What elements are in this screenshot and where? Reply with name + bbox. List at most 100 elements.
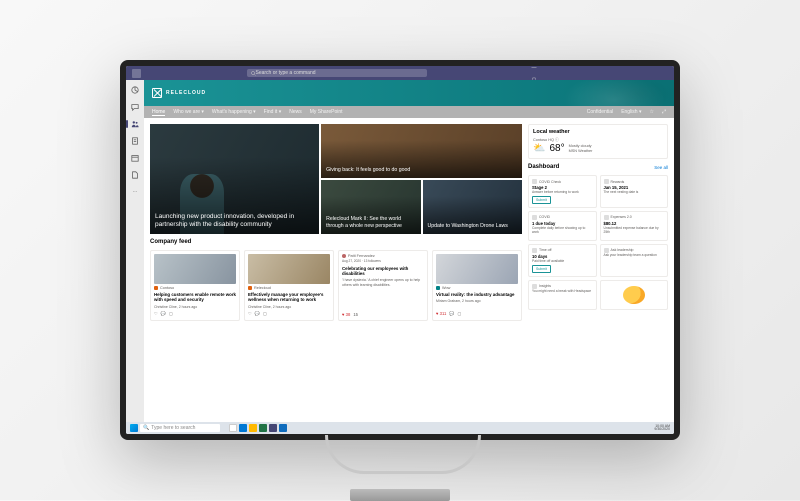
feed-site: Relecloud	[254, 286, 271, 290]
dash-body: Unsubmitted expense balance due by 25th	[604, 227, 665, 235]
dash-card-expenses[interactable]: Expenses 2.0 $80.12 Unsubmitted expense …	[600, 211, 669, 241]
dash-body: Ask your leadership team a question	[604, 254, 665, 258]
device-frame: Search or type a command — ▢ ✕ ···	[120, 60, 680, 440]
feed-author: Patti Fernandez	[348, 254, 375, 258]
feed-card-title: Helping customers enable remote work wit…	[154, 292, 236, 303]
feed-date: Aug 27, 2020 · 13 followers	[342, 260, 424, 264]
hero-tile-2[interactable]: Giving back: It feels good to do good	[321, 124, 522, 178]
hero-grid: Launching new product innovation, develo…	[150, 124, 522, 234]
dash-cap: Insights	[539, 284, 551, 288]
rail-assignments[interactable]	[129, 135, 141, 147]
dash-cap: Ask leadership	[611, 248, 634, 252]
teams-icon[interactable]	[269, 424, 277, 432]
windows-taskbar: 🔍 Type here to search 10:00 AM 9/30/2020	[126, 422, 674, 434]
hero-main-title: Launching new product innovation, develo…	[155, 213, 314, 229]
bookmark-icon[interactable]: ▢	[169, 311, 173, 317]
dashboard-see-all[interactable]: See all	[654, 165, 668, 170]
dash-cap: Rewards	[611, 180, 625, 184]
site-logo[interactable]: RELECLOUD	[152, 88, 206, 98]
dash-card-headspace[interactable]	[600, 280, 669, 310]
weather-source: MSN Weather	[569, 149, 593, 154]
dash-card-leadership[interactable]: Ask leadership Ask your leadership team …	[600, 244, 669, 277]
dash-body: Paid time off available	[532, 260, 593, 264]
logo-icon	[152, 88, 162, 98]
dash-cap: Time off	[539, 248, 551, 252]
expand-icon[interactable]: ⤢	[662, 109, 666, 115]
nav-sharepoint[interactable]: My SharePoint	[310, 109, 343, 115]
comment-icon[interactable]: 💬	[161, 311, 166, 317]
hero-t3-title: Relecloud Mark II: See the world through…	[326, 216, 415, 229]
dash-submit-button[interactable]: Submit	[532, 265, 551, 273]
bookmark-icon[interactable]: ▢	[263, 311, 267, 317]
feed-byline: Christine Cline, 2 hours ago	[154, 305, 236, 309]
dash-body: You might need a break with Headspace	[532, 290, 593, 294]
hero-tile-3[interactable]: Relecloud Mark II: See the world through…	[321, 180, 420, 234]
weather-desc: Mostly cloudy	[569, 144, 593, 149]
dash-card-insights[interactable]: Insights You might need a break with Hea…	[528, 280, 597, 310]
feed-card[interactable]: Patti Fernandez Aug 27, 2020 · 13 follow…	[338, 250, 428, 321]
dash-body: Complete daily before showing up to work	[532, 227, 593, 235]
device-stand	[290, 435, 510, 495]
rail-chat[interactable]	[129, 101, 141, 113]
comment-icon[interactable]: 💬	[449, 311, 454, 317]
bookmark-icon[interactable]: ▢	[458, 311, 462, 317]
rail-files[interactable]	[129, 169, 141, 181]
feed-card[interactable]: Relecloud Effectively manage your employ…	[244, 250, 334, 321]
edge-icon[interactable]	[239, 424, 247, 432]
taskbar-search[interactable]: 🔍 Type here to search	[140, 424, 220, 432]
taskbar-search-placeholder: Type here to search	[151, 425, 195, 431]
feed-byline: Christine Cline, 2 hours ago	[248, 305, 330, 309]
like-count[interactable]: ♥ 38	[342, 312, 350, 317]
excel-icon[interactable]	[259, 424, 267, 432]
feed-card-title: Virtual reality: the industry advantage	[436, 292, 518, 297]
nav-home[interactable]: Home	[152, 109, 165, 116]
rail-calendar[interactable]	[129, 152, 141, 164]
rail-activity[interactable]	[129, 84, 141, 96]
yammer-icon[interactable]	[279, 424, 287, 432]
clock-date: 9/30/2020	[654, 428, 670, 432]
search-icon: 🔍	[143, 425, 149, 431]
feed-card[interactable]: Contoso Helping customers enable remote …	[150, 250, 240, 321]
comment-count[interactable]: 15	[353, 312, 358, 317]
start-button[interactable]	[130, 424, 138, 432]
rail-teams[interactable]	[129, 118, 141, 130]
nav-who[interactable]: Who we are ▾	[173, 109, 204, 115]
headspace-icon	[623, 286, 645, 304]
dash-body: Answer before returning to work	[532, 191, 593, 195]
like-count[interactable]: ♥ 311	[436, 311, 446, 317]
feed-card-title: Effectively manage your employee's welln…	[248, 292, 330, 303]
like-icon[interactable]: ♡	[154, 311, 158, 317]
system-tray[interactable]: 10:00 AM 9/30/2020	[654, 425, 670, 432]
weather-temp: 68°	[549, 143, 564, 154]
site-name: RELECLOUD	[166, 90, 206, 96]
nav-happening[interactable]: What's happening ▾	[212, 109, 256, 115]
feed-card[interactable]: Wow Virtual reality: the industry advant…	[432, 250, 522, 321]
dash-card-daily[interactable]: COVID 1 due today Complete daily before …	[528, 211, 597, 241]
weather-title: Local weather	[533, 129, 663, 135]
dash-submit-button[interactable]: Submit	[532, 196, 551, 204]
feed-site: Contoso	[160, 286, 174, 290]
company-feed: Contoso Helping customers enable remote …	[150, 250, 522, 321]
nav-find[interactable]: Find it ▾	[264, 109, 282, 115]
rail-more[interactable]: ···	[129, 186, 141, 198]
comment-icon[interactable]: 💬	[255, 311, 260, 317]
nav-language[interactable]: English ▾	[621, 109, 641, 115]
dash-card-covid[interactable]: COVID Check Stage 2 Answer before return…	[528, 175, 597, 208]
weather-icon: ⛅	[533, 143, 545, 154]
nav-news[interactable]: News	[289, 109, 302, 115]
hero-tile-main[interactable]: Launching new product innovation, develo…	[150, 124, 319, 234]
feed-thumb	[248, 254, 330, 284]
like-icon[interactable]: ♡	[248, 311, 252, 317]
hero-t4-title: Update to Washington Drone Laws	[428, 223, 508, 230]
nav-confidential: Confidential	[587, 109, 613, 115]
hero-tile-4[interactable]: Update to Washington Drone Laws	[423, 180, 522, 234]
feed-byline: Miriam Graham, 2 hours ago	[436, 299, 518, 303]
task-view-icon[interactable]	[229, 424, 237, 432]
dash-card-timeoff[interactable]: Time off 10 days Paid time off available…	[528, 244, 597, 277]
dash-card-rewards[interactable]: Rewards Jan 15, 2021 The next vesting da…	[600, 175, 669, 208]
window-minimize[interactable]: —	[528, 66, 540, 72]
command-search[interactable]: Search or type a command	[247, 69, 427, 77]
share-icon[interactable]: ☆	[650, 109, 654, 115]
explorer-icon[interactable]	[249, 424, 257, 432]
dash-cap: COVID Check	[539, 180, 561, 184]
